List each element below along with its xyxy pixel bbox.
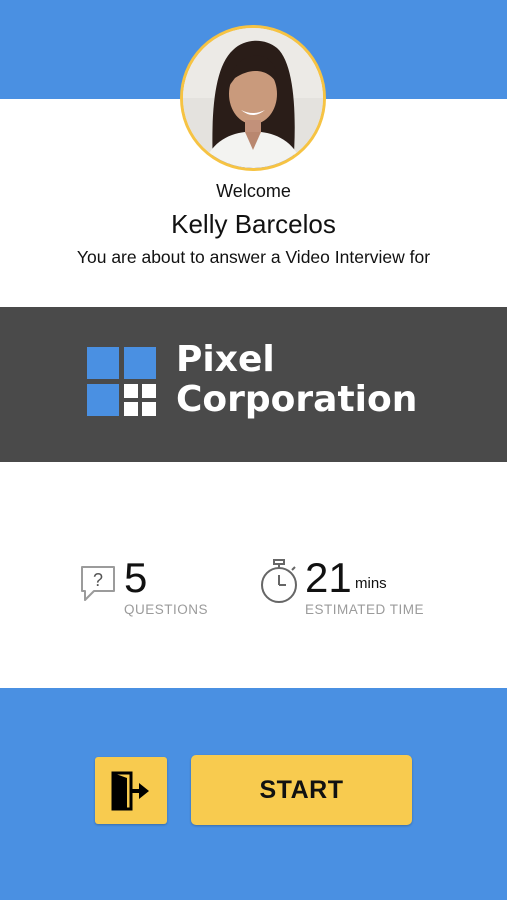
four-squares-logo-icon [87,347,156,416]
exit-button[interactable] [95,757,167,824]
estimated-time-unit: mins [355,575,387,592]
exit-door-icon [111,771,149,810]
candidate-avatar [180,25,326,171]
question-bubble-icon: ? [81,566,115,601]
questions-count: 5 [124,554,148,601]
company-name-line1: Pixel [176,339,275,380]
questions-label: QUESTIONS [124,602,209,617]
interview-intro-text: You are about to answer a Video Intervie… [76,247,431,267]
estimated-time-value: 21 [305,554,352,601]
company-name: Pixel Corporation [176,340,417,420]
estimated-time-label: ESTIMATED TIME [305,602,425,617]
welcome-text: Welcome [216,181,291,201]
start-button[interactable]: START [191,755,412,825]
svg-text:?: ? [93,570,103,590]
company-name-line2: Corporation [176,379,418,420]
candidate-name: Kelly Barcelos [171,209,336,239]
stopwatch-icon [261,559,297,603]
